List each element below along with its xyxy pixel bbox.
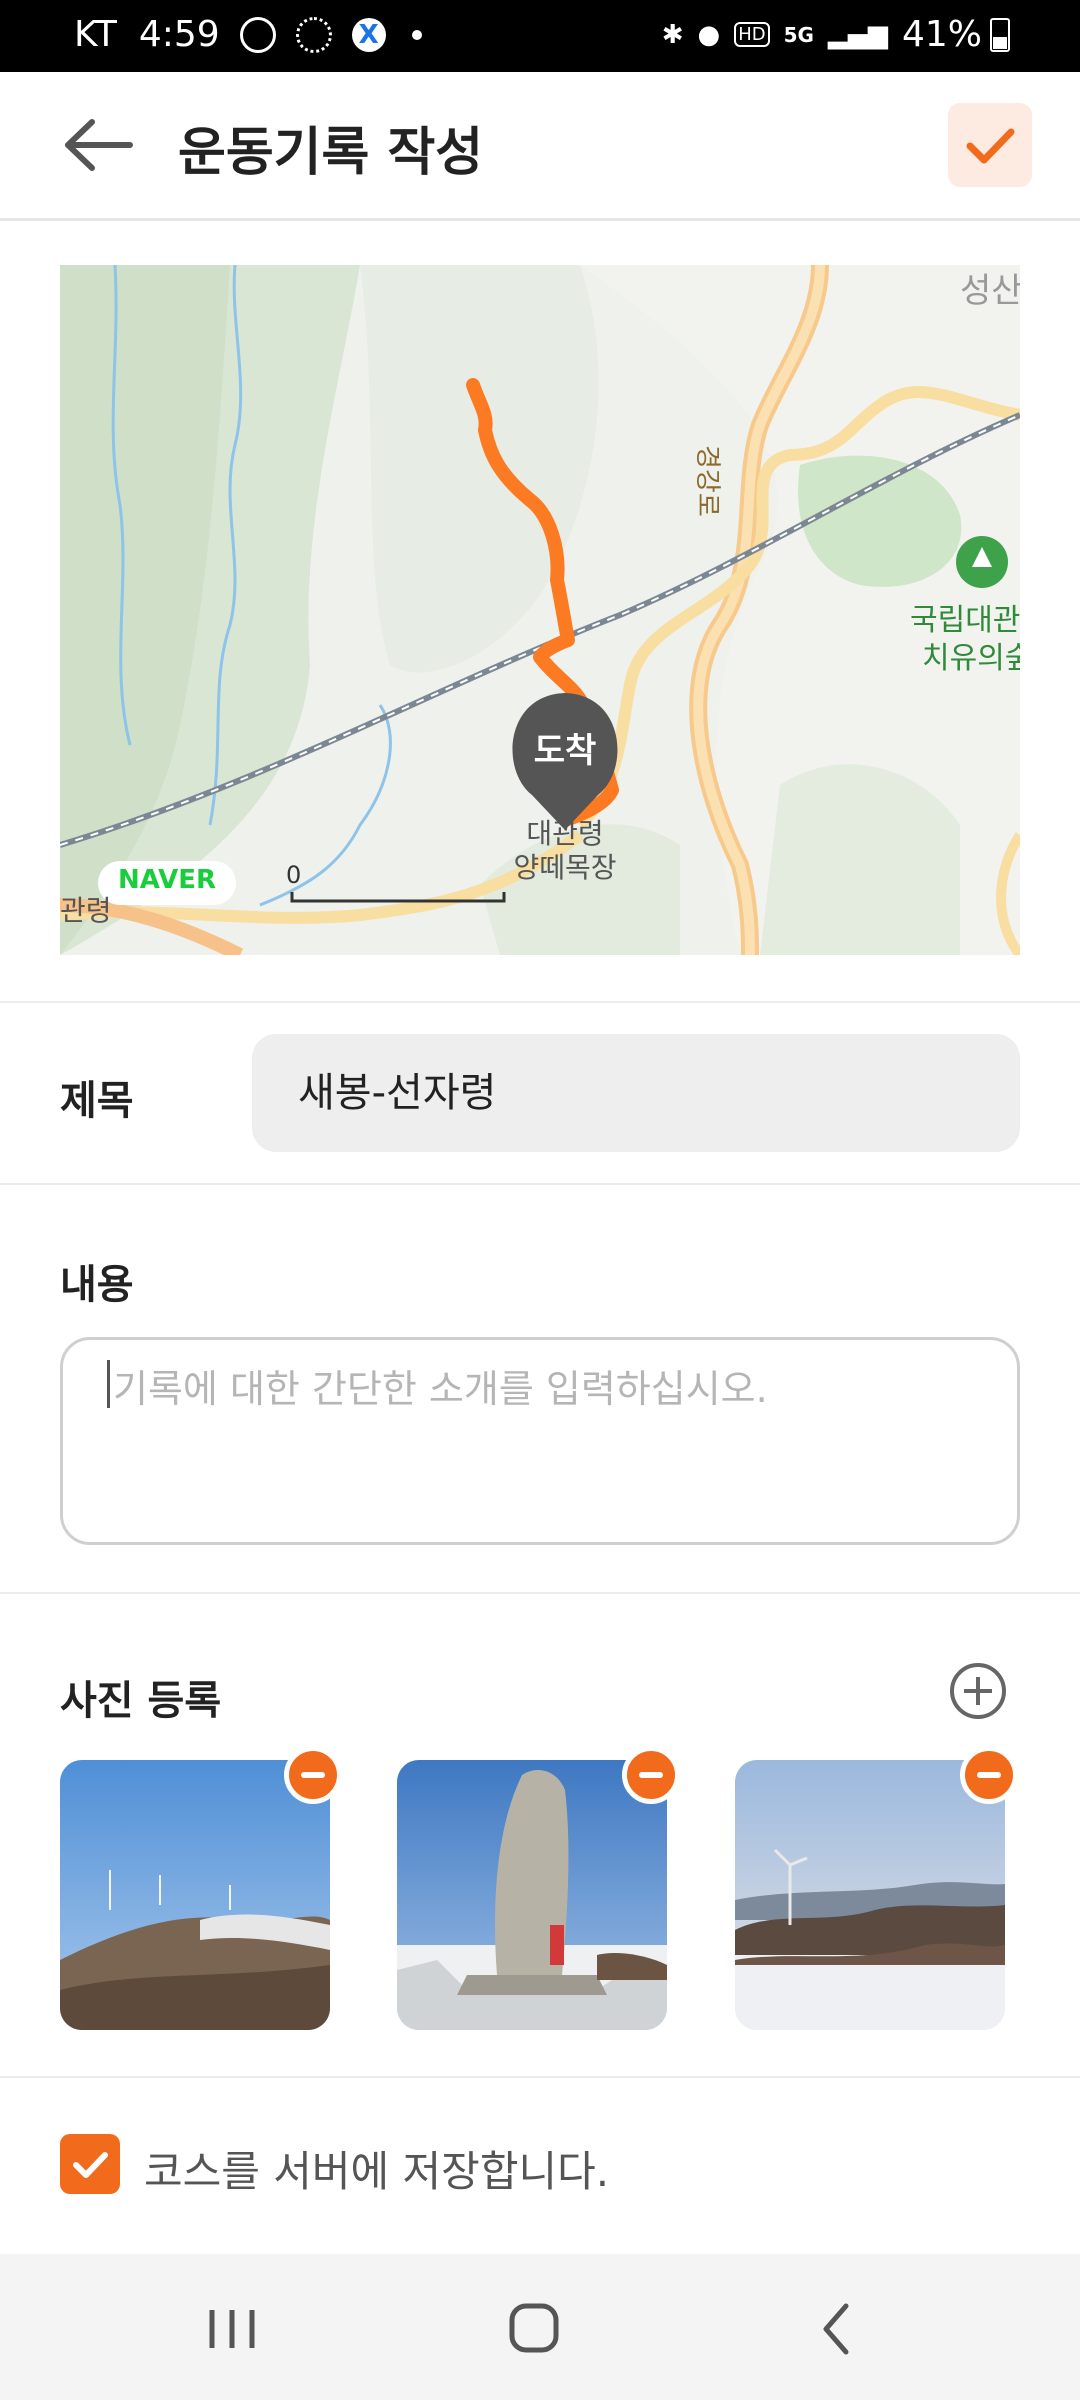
hd-voice-icon: HD xyxy=(734,22,770,47)
ridge-photo-image xyxy=(735,1760,1005,2030)
clock: 4:59 xyxy=(138,14,220,55)
title-input[interactable]: 새봉-선자령 xyxy=(252,1034,1020,1152)
route-map[interactable]: 도착 대관령 양떼목장 NAVER 0 성산 국립대관 치유의숲 경강로 관령 xyxy=(60,265,1020,955)
photo-thumbnail[interactable] xyxy=(60,1760,330,2030)
photo-section-label: 사진 등록 xyxy=(60,1678,222,1724)
system-nav-bar xyxy=(0,2254,1080,2400)
naver-brand: NAVER xyxy=(117,865,217,895)
save-course-checkbox[interactable] xyxy=(60,2134,120,2194)
x-app-notification-icon: X xyxy=(351,17,386,52)
remove-photo-button[interactable] xyxy=(960,1746,1018,1804)
nav-back-icon xyxy=(823,2303,849,2355)
photo-thumbnail[interactable] xyxy=(397,1760,667,2030)
save-course-label[interactable]: 코스를 서버에 저장합니다. xyxy=(144,2138,609,2199)
content-label: 내용 xyxy=(60,1262,134,1308)
signal-icon: ▂▄▆ xyxy=(827,19,888,50)
remove-photo-button[interactable] xyxy=(284,1746,342,1804)
map-road-label: 경강로 xyxy=(692,445,722,517)
map-forest-label-2: 치유의숲 xyxy=(922,641,1020,676)
home-icon xyxy=(509,2303,559,2353)
checkmark-icon xyxy=(966,128,1015,164)
more-notifications-icon xyxy=(411,29,422,40)
recent-apps-button[interactable] xyxy=(192,2294,272,2364)
photo-thumbnail[interactable] xyxy=(735,1760,1005,2030)
home-button[interactable] xyxy=(494,2294,574,2364)
text-caret xyxy=(107,1360,110,1408)
remove-photo-button[interactable] xyxy=(622,1746,680,1804)
shoe-notification-icon xyxy=(295,16,332,53)
carrier-label: KT xyxy=(74,14,117,55)
network-type-icon: 5G xyxy=(783,22,814,47)
divider xyxy=(0,1592,1080,1594)
map-scale-start: 0 xyxy=(286,861,302,889)
end-marker-label: 도착 xyxy=(533,731,597,771)
map-label-top-right: 성산 xyxy=(960,271,1020,311)
mountain-photo-image xyxy=(60,1760,330,2030)
content-textarea[interactable]: 기록에 대한 간단한 소개를 입력하십시오. xyxy=(60,1337,1020,1545)
confirm-button[interactable] xyxy=(948,103,1032,187)
add-photo-button[interactable] xyxy=(950,1663,1006,1719)
divider xyxy=(0,1001,1080,1003)
content-placeholder: 기록에 대한 간단한 소개를 입력하십시오. xyxy=(113,1367,768,1411)
checkbox-check-icon xyxy=(73,2152,108,2178)
title-label: 제목 xyxy=(60,1078,134,1124)
nav-back-button[interactable] xyxy=(798,2294,878,2364)
battery-icon xyxy=(990,17,1010,52)
recent-apps-icon xyxy=(209,2310,255,2348)
app-header: 운동기록 작성 xyxy=(0,72,1080,221)
divider xyxy=(0,2076,1080,2078)
summit-stone-photo-image xyxy=(397,1760,667,2030)
back-arrow-icon xyxy=(65,119,133,171)
map-place-label: 대관령 양떼목장 xyxy=(513,817,617,884)
compass-notification-icon xyxy=(239,16,276,53)
bluetooth-icon: ✱ xyxy=(661,19,684,50)
back-button[interactable] xyxy=(60,114,140,176)
divider xyxy=(0,1183,1080,1185)
status-bar: KT 4:59 X ✱ ● HD 5G ▂▄▆ 41% xyxy=(0,0,1080,72)
map-left-label: 관령 xyxy=(60,894,112,927)
battery-percent: 41% xyxy=(901,14,982,55)
location-icon: ● xyxy=(697,19,721,50)
page-title: 운동기록 작성 xyxy=(178,123,484,183)
